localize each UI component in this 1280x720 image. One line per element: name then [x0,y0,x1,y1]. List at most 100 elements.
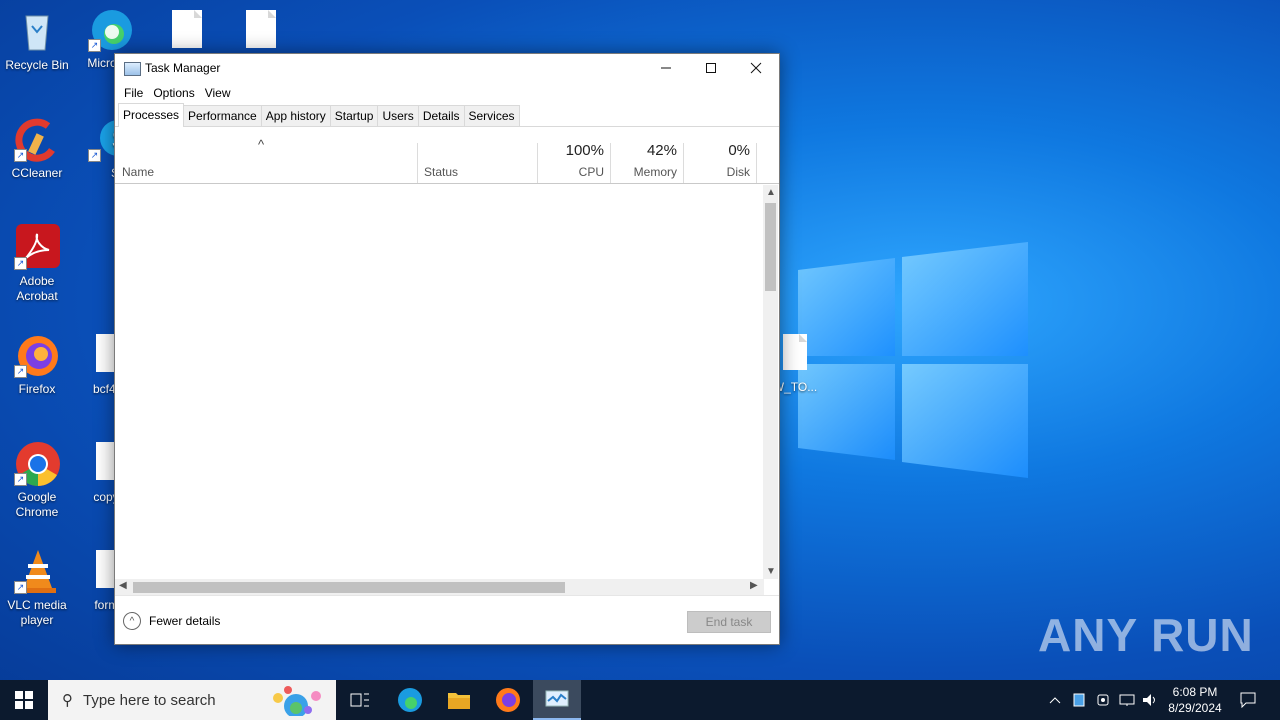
cpu-usage-value: 100% [565,142,604,159]
close-button[interactable] [733,54,779,82]
scroll-up-arrow-icon[interactable]: ▲ [766,187,776,198]
horizontal-scrollbar[interactable]: ◀ ▶ [115,579,764,595]
search-placeholder: Type here to search [83,691,216,709]
horizontal-scroll-thumb[interactable] [133,582,565,593]
column-status-label: Status [424,165,459,179]
clock-date: 8/29/2024 [1168,701,1222,715]
desktop-icon-vlc[interactable]: ↗ VLC media player [0,548,74,628]
tab-startup[interactable]: Startup [329,105,379,126]
edge-icon: ↗ [88,6,134,52]
windows-start-icon [15,691,33,709]
menu-view[interactable]: View [200,86,236,100]
network-icon[interactable] [1117,680,1137,720]
start-button[interactable] [0,680,48,720]
column-name[interactable]: ^ Name [115,127,417,183]
taskbar-clock[interactable]: 6:08 PM 8/29/2024 [1160,684,1230,716]
taskbar-search-box[interactable]: ⚲ Type here to search [48,680,336,720]
icon-label: Google Chrome [15,490,59,519]
task-view-button[interactable] [336,680,384,720]
desktop-icon-adobe-acrobat[interactable]: ↗ Adobe Acrobat [0,224,74,304]
desktop-icon-file-1[interactable] [150,10,224,48]
notification-icon [1240,692,1256,708]
clock-time: 6:08 PM [1172,685,1218,699]
shortcut-arrow-icon: ↗ [14,365,27,378]
footer-bar: ^ Fewer details End task [115,595,779,644]
tab-details[interactable]: Details [417,105,465,126]
column-memory[interactable]: 42% Memory [611,127,683,183]
taskbar-firefox[interactable] [484,680,532,720]
file-icon [172,10,202,48]
shortcut-arrow-icon: ↗ [14,581,27,594]
search-icon: ⚲ [62,692,73,709]
search-highlight-icon [273,686,321,716]
task-manager-icon [124,62,141,76]
end-task-button[interactable]: End task [687,611,771,633]
chrome-icon: ↗ [14,440,60,486]
folder-icon [448,693,470,709]
adobe-acrobat-icon: ↗ [14,224,60,270]
tab-users[interactable]: Users [377,105,419,126]
process-list[interactable] [115,185,764,579]
show-hidden-icons-chevron-up-icon[interactable] [1046,680,1064,720]
tab-app-history[interactable]: App history [260,105,331,126]
icon-label: CCleaner [11,166,63,180]
column-disk-label: Disk [726,165,750,179]
desktop-icon-ccleaner[interactable]: ↗ CCleaner [0,116,74,181]
tab-performance[interactable]: Performance [183,105,262,126]
shortcut-arrow-icon: ↗ [14,149,27,162]
task-manager-icon [545,690,569,707]
column-divider[interactable] [756,143,757,183]
column-header-row: ^ Name Status 100% CPU 42% Memory 0% Dis… [115,127,779,184]
edge-icon [398,688,422,712]
action-center-button[interactable] [1232,680,1264,720]
column-cpu[interactable]: 100% CPU [538,127,610,183]
icon-label: Recycle Bin [5,58,69,72]
taskbar-task-manager[interactable] [533,680,581,720]
text-file-icon [783,334,807,370]
vertical-scrollbar[interactable]: ▲ ▼ [763,185,778,579]
file-icon [246,10,276,48]
desktop-icon-file-2[interactable] [224,10,298,48]
shortcut-arrow-icon: ↗ [14,473,27,486]
disk-usage-value: 0% [728,142,750,159]
taskbar-file-explorer[interactable] [435,680,483,720]
column-name-label: Name [122,165,155,179]
shortcut-arrow-icon: ↗ [88,149,101,162]
task-manager-window: Task Manager File Options View Processes… [114,53,780,645]
tray-app-icon[interactable] [1070,680,1088,720]
menu-bar: File Options View [115,82,779,104]
scroll-left-arrow-icon[interactable]: ◀ [119,580,127,591]
fewer-details-label: Fewer details [149,614,221,628]
column-memory-label: Memory [633,165,677,179]
vertical-scroll-thumb[interactable] [765,203,776,291]
tab-services[interactable]: Services [463,105,520,126]
task-view-icon [350,693,369,707]
scroll-down-arrow-icon[interactable]: ▼ [766,566,776,577]
menu-file[interactable]: File [119,86,148,100]
taskbar-edge[interactable] [386,680,434,720]
firefox-icon: ↗ [14,332,60,378]
maximize-button[interactable] [688,54,734,82]
menu-options[interactable]: Options [148,86,199,100]
volume-icon[interactable] [1140,680,1160,720]
column-status[interactable]: Status [418,127,537,183]
title-bar[interactable]: Task Manager [115,54,779,82]
icon-label: Adobe Acrobat [16,274,58,303]
chevron-up-icon: ^ [123,612,141,630]
desktop-icon-recycle-bin[interactable]: Recycle Bin [0,8,74,73]
tab-strip: Processes Performance App history Startu… [115,103,779,127]
column-disk[interactable]: 0% Disk [684,127,756,183]
memory-usage-value: 42% [646,142,677,159]
scroll-right-arrow-icon[interactable]: ▶ [750,580,758,591]
desktop-icon-firefox[interactable]: ↗ Firefox [0,332,74,397]
tray-device-icon[interactable] [1094,680,1112,720]
desktop-icon-google-chrome[interactable]: ↗ Google Chrome [0,440,74,520]
tab-processes[interactable]: Processes [118,103,185,127]
shortcut-arrow-icon: ↗ [88,39,101,52]
anyrun-watermark: ANY RUN [1038,609,1254,661]
fewer-details-button[interactable]: ^ Fewer details [123,612,220,630]
window-title: Task Manager [145,61,221,75]
sort-chevron-up-icon: ^ [258,137,265,152]
firefox-icon [496,688,520,712]
minimize-button[interactable] [643,54,689,82]
